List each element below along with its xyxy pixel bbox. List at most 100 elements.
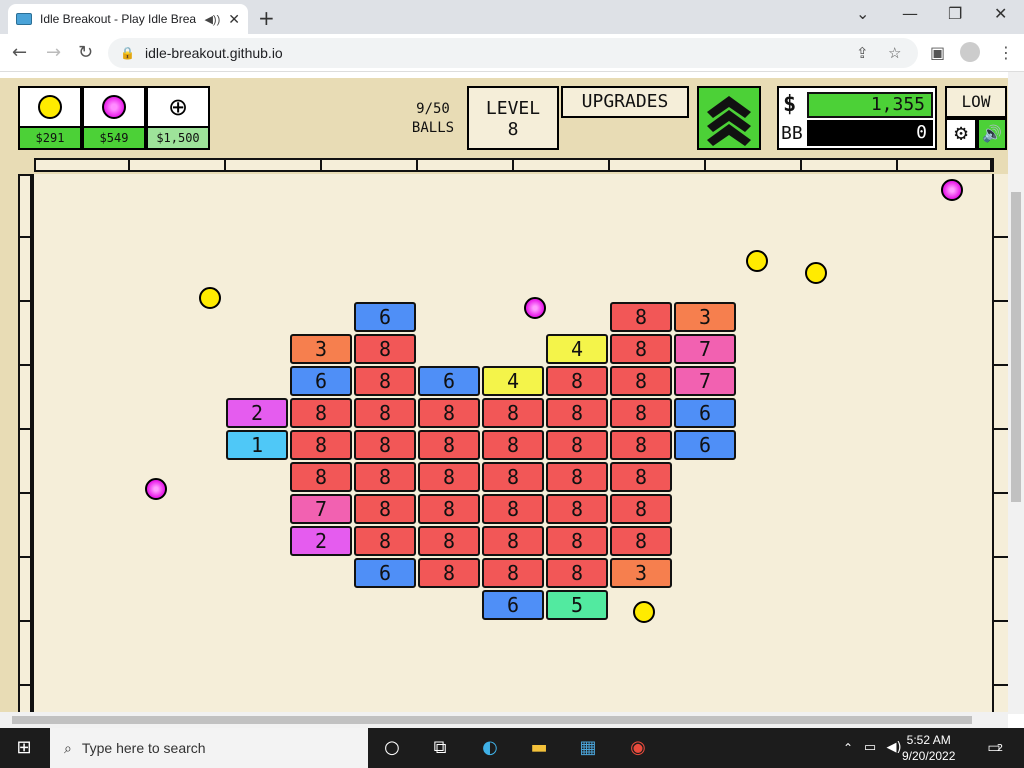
url-field[interactable]: 🔒 idle-breakout.github.io ⇪ ☆ <box>108 38 918 68</box>
brick[interactable]: 8 <box>354 430 416 460</box>
bookmark-star-icon[interactable]: ☆ <box>888 44 901 62</box>
reload-icon[interactable]: ↻ <box>78 42 93 63</box>
brick[interactable]: 8 <box>482 558 544 588</box>
brick[interactable]: 8 <box>418 462 480 492</box>
brick[interactable]: 8 <box>418 398 480 428</box>
share-icon[interactable]: ⇪ <box>856 44 869 62</box>
brick[interactable]: 6 <box>418 366 480 396</box>
brick[interactable]: 8 <box>482 398 544 428</box>
close-tab-icon[interactable]: ✕ <box>228 11 240 28</box>
brick[interactable]: 2 <box>226 398 288 428</box>
prestige-button[interactable] <box>697 86 761 150</box>
buy-plasma-ball-button[interactable]: $549 <box>82 86 146 150</box>
brick[interactable]: 5 <box>546 590 608 620</box>
sound-speaker-icon[interactable]: 🔊 <box>977 118 1007 150</box>
brick[interactable]: 8 <box>354 526 416 556</box>
brick[interactable]: 8 <box>546 558 608 588</box>
brick[interactable]: 8 <box>482 494 544 524</box>
forward-icon[interactable]: → <box>46 42 61 63</box>
brick[interactable]: 8 <box>610 398 672 428</box>
system-clock[interactable]: 5:52 AM 9/20/2022 <box>902 732 955 764</box>
brick[interactable]: 8 <box>546 398 608 428</box>
brick[interactable]: 3 <box>674 302 736 332</box>
back-icon[interactable]: ← <box>12 42 27 63</box>
chrome-icon[interactable]: ◉ <box>626 736 650 760</box>
brick[interactable]: 8 <box>610 302 672 332</box>
network-icon[interactable]: ▭ <box>858 736 882 760</box>
brick[interactable]: 8 <box>418 526 480 556</box>
brick[interactable]: 4 <box>546 334 608 364</box>
brick[interactable]: 6 <box>674 398 736 428</box>
brick[interactable]: 8 <box>418 494 480 524</box>
chevron-up-icon[interactable]: ⌃ <box>836 736 860 760</box>
upgrades-button[interactable]: UPGRADES <box>561 86 689 118</box>
brick[interactable]: 2 <box>290 526 352 556</box>
cortana-icon[interactable]: ○ <box>380 736 404 760</box>
brick[interactable]: 8 <box>354 334 416 364</box>
profile-avatar[interactable] <box>960 42 980 62</box>
brick[interactable]: 8 <box>546 526 608 556</box>
brick[interactable]: 8 <box>546 366 608 396</box>
edge-icon[interactable]: ◐ <box>478 736 502 760</box>
brick[interactable]: 7 <box>290 494 352 524</box>
minimize-button[interactable]: — <box>902 4 918 23</box>
close-window-button[interactable]: ✕ <box>994 4 1007 23</box>
brick[interactable]: 8 <box>354 366 416 396</box>
brick[interactable]: 7 <box>674 334 736 364</box>
brick[interactable]: 8 <box>610 526 672 556</box>
brick[interactable]: 8 <box>610 366 672 396</box>
brick[interactable]: 8 <box>354 494 416 524</box>
brick[interactable]: 8 <box>610 334 672 364</box>
vertical-scrollbar[interactable] <box>1008 72 1024 714</box>
brick[interactable]: 6 <box>482 590 544 620</box>
brick[interactable]: 8 <box>482 430 544 460</box>
brick[interactable]: 8 <box>290 398 352 428</box>
horizontal-scrollbar[interactable] <box>0 712 1008 728</box>
menu-icon[interactable]: ⋮ <box>998 43 1014 62</box>
brick[interactable]: 4 <box>482 366 544 396</box>
brick[interactable]: 1 <box>226 430 288 460</box>
brick[interactable]: 8 <box>418 430 480 460</box>
ball-plasma <box>145 478 167 500</box>
brick[interactable]: 8 <box>354 462 416 492</box>
brick[interactable]: 8 <box>482 462 544 492</box>
tab-search-icon[interactable]: ⌄ <box>856 4 869 23</box>
brick[interactable]: 6 <box>674 430 736 460</box>
vertical-scroll-thumb[interactable] <box>1011 192 1021 502</box>
ruler-tick <box>18 300 32 302</box>
horizontal-scroll-thumb[interactable] <box>12 716 972 724</box>
side-panel-icon[interactable]: ▣ <box>930 43 945 62</box>
brick[interactable]: 8 <box>290 462 352 492</box>
brick[interactable]: 6 <box>354 302 416 332</box>
brick[interactable]: 8 <box>482 526 544 556</box>
file-explorer-icon[interactable]: ▬ <box>527 736 551 760</box>
brick[interactable]: 3 <box>610 558 672 588</box>
tab-idle-breakout[interactable]: Idle Breakout - Play Idle Brea ◀)) ✕ <box>8 4 248 34</box>
brick[interactable]: 7 <box>674 366 736 396</box>
brick[interactable]: 8 <box>610 462 672 492</box>
buy-extra-ball-button[interactable]: ⊕ $1,500 <box>146 86 210 150</box>
speaker-icon[interactable]: ◀)) <box>204 13 220 26</box>
ruler-tick <box>994 300 1008 302</box>
brick[interactable]: 8 <box>354 398 416 428</box>
ruler-tick <box>896 158 898 172</box>
new-tab-button[interactable]: + <box>258 6 275 30</box>
buy-basic-ball-button[interactable]: $291 <box>18 86 82 150</box>
brick[interactable]: 8 <box>610 430 672 460</box>
brick[interactable]: 8 <box>290 430 352 460</box>
taskbar-search[interactable]: ⌕ Type here to search <box>50 728 368 768</box>
task-view-icon[interactable]: ⧉ <box>428 736 452 760</box>
brick[interactable]: 6 <box>354 558 416 588</box>
brick[interactable]: 6 <box>290 366 352 396</box>
brick[interactable]: 8 <box>610 494 672 524</box>
brick[interactable]: 8 <box>546 494 608 524</box>
brick[interactable]: 8 <box>546 462 608 492</box>
brick[interactable]: 8 <box>546 430 608 460</box>
brick[interactable]: 8 <box>418 558 480 588</box>
store-icon[interactable]: ▦ <box>576 736 600 760</box>
brick[interactable]: 3 <box>290 334 352 364</box>
windows-start-icon[interactable]: ⊞ <box>12 736 36 760</box>
settings-gear-icon[interactable]: ⚙ <box>945 118 977 150</box>
quality-toggle-button[interactable]: LOW <box>945 86 1007 118</box>
restore-button[interactable]: ❐ <box>948 4 962 23</box>
